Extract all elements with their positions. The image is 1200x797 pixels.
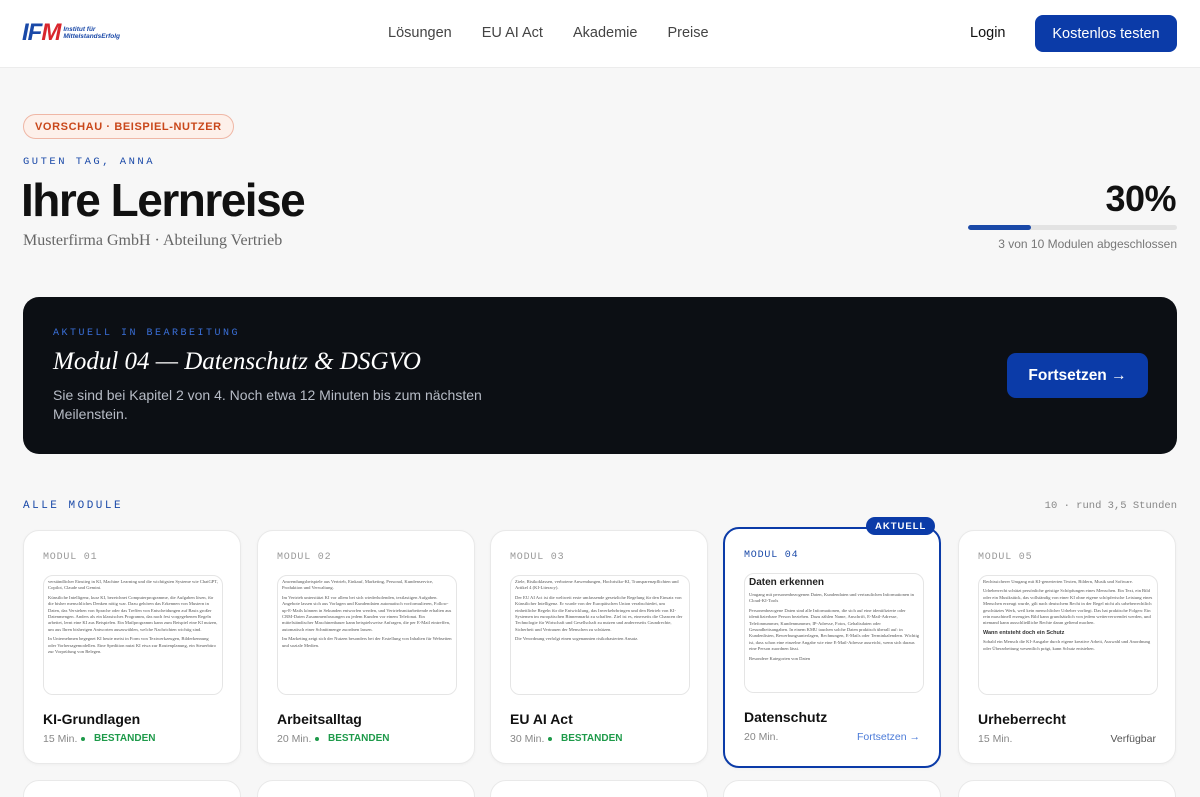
status-dot	[315, 736, 319, 741]
continue-button[interactable]: Fortsetzen →	[1007, 353, 1148, 398]
main-nav: Lösungen EU AI Act Akademie Preise	[388, 25, 709, 41]
nav-item-loesungen[interactable]: Lösungen	[388, 25, 452, 41]
status-dot	[548, 736, 552, 741]
active-module-tag: AKTUELL	[866, 517, 936, 535]
module-status: BESTANDEN	[315, 733, 389, 744]
logo-subtitle: Institut für MittelstandsErfolg	[63, 26, 121, 40]
module-duration: 30 Min.	[510, 733, 545, 745]
preview-badge: VORSCHAU · BEISPIEL-NUTZER	[23, 114, 234, 139]
ifm-logo[interactable]: IFM Institut für MittelstandsErfolg	[22, 14, 133, 52]
module-title: Datenschutz	[744, 709, 828, 725]
current-module-description: Sie sind bei Kapitel 2 von 4. Noch etwa …	[53, 387, 482, 422]
module-number: MODUL 01	[43, 552, 98, 563]
module-card-08[interactable]	[490, 780, 708, 797]
progress-summary: 3 von 10 Modulen abgeschlossen	[998, 237, 1177, 251]
module-number: MODUL 03	[510, 552, 565, 563]
current-module-label: AKTUELL IN BEARBEITUNG	[53, 328, 241, 339]
module-preview: Daten erkennen Umgang mit personenbezoge…	[744, 573, 924, 693]
module-card-06[interactable]	[23, 780, 241, 797]
modules-meta: 10 · rund 3,5 Stunden	[1044, 500, 1177, 512]
free-trial-button[interactable]: Kostenlos testen	[1035, 15, 1177, 52]
module-status: BESTANDEN	[548, 733, 622, 744]
module-availability: Verfügbar	[1110, 733, 1156, 745]
module-status: BESTANDEN	[81, 733, 155, 744]
greeting: GUTEN TAG, ANNA	[23, 156, 156, 168]
module-card-09[interactable]	[723, 780, 941, 797]
nav-item-eu-ai-act[interactable]: EU AI Act	[482, 25, 543, 41]
module-card-10[interactable]	[958, 780, 1176, 797]
module-card-02[interactable]: MODUL 02 Anwendungsbeispiele aus Vertrie…	[257, 530, 475, 764]
module-card-03[interactable]: MODUL 03 Ziele, Risikoklassen, verbotene…	[490, 530, 708, 764]
logo-mark: IFM	[22, 19, 61, 46]
module-duration: 20 Min.	[744, 731, 779, 743]
module-number: MODUL 04	[744, 550, 799, 561]
module-title: Urheberrecht	[978, 711, 1066, 727]
progress-percent: 30%	[1105, 178, 1176, 219]
module-number: MODUL 05	[978, 552, 1033, 563]
login-link[interactable]: Login	[970, 25, 1005, 41]
module-preview: Ziele, Risikoklassen, verbotene Anwendun…	[510, 575, 690, 695]
module-card-01[interactable]: MODUL 01 verständlicher Einstieg in KI, …	[23, 530, 241, 764]
module-card-04[interactable]: MODUL 04 Daten erkennen Umgang mit perso…	[723, 527, 941, 768]
module-preview: Anwendungsbeispiele aus Vertrieb, Einkau…	[277, 575, 457, 695]
module-duration: 15 Min.	[43, 733, 78, 745]
page-title: Ihre Lernreise	[21, 174, 306, 226]
progress-bar-fill	[968, 225, 1031, 230]
module-title: Arbeitsalltag	[277, 711, 362, 727]
module-title: KI-Grundlagen	[43, 711, 141, 727]
top-navbar: IFM Institut für MittelstandsErfolg Lösu…	[0, 0, 1200, 68]
module-preview: Rechtssicherer Umgang mit KI-generierten…	[978, 575, 1158, 695]
module-duration: 15 Min.	[978, 733, 1013, 745]
module-card-05[interactable]: MODUL 05 Rechtssicherer Umgang mit KI-ge…	[958, 530, 1176, 764]
progress-bar	[968, 225, 1177, 230]
current-module-title: Modul 04 — Datenschutz & DSGVO	[53, 348, 421, 375]
module-preview: verständlicher Einstieg in KI, Machine L…	[43, 575, 223, 695]
module-card-07[interactable]	[257, 780, 475, 797]
current-module-panel: AKTUELL IN BEARBEITUNG Modul 04 — Datens…	[23, 297, 1177, 454]
module-continue-link[interactable]: Fortsetzen →	[857, 731, 920, 743]
modules-heading: ALLE MODULE	[23, 500, 124, 512]
module-title: EU AI Act	[510, 711, 573, 727]
company-subtitle: Musterfirma GmbH · Abteilung Vertrieb	[23, 232, 283, 249]
status-dot	[81, 736, 85, 741]
module-duration: 20 Min.	[277, 733, 312, 745]
nav-item-akademie[interactable]: Akademie	[573, 25, 637, 41]
nav-item-preise[interactable]: Preise	[667, 25, 708, 41]
module-number: MODUL 02	[277, 552, 332, 563]
